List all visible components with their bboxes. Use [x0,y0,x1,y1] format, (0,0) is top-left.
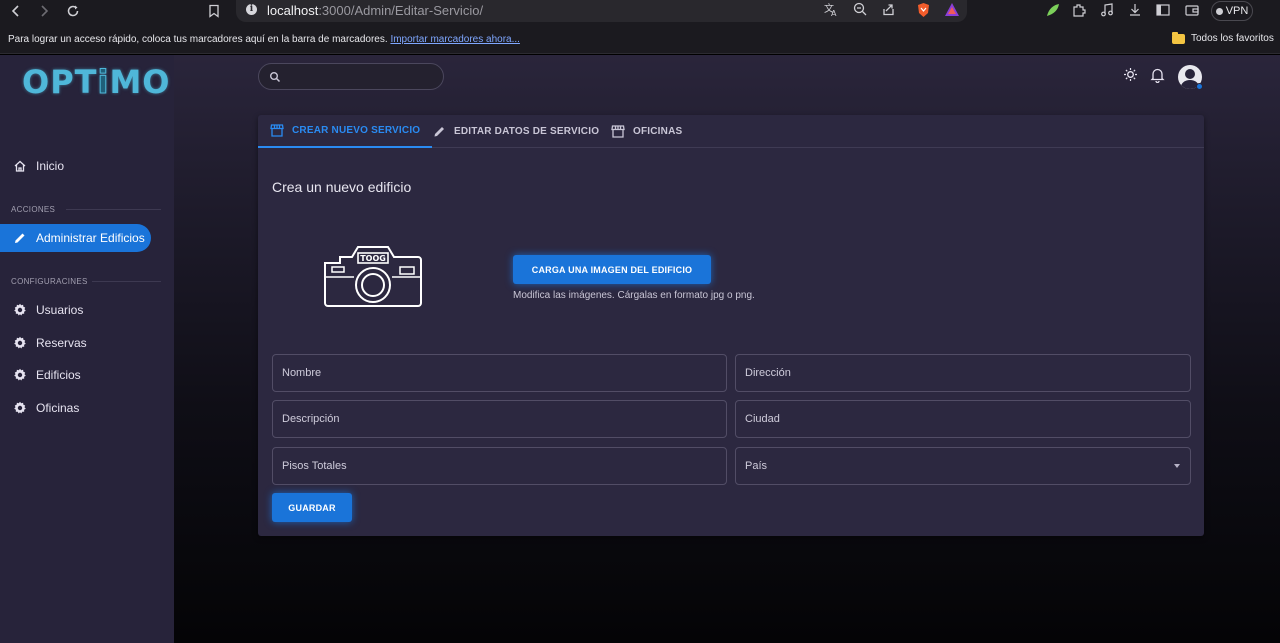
favorites-label: Todos los favoritos [1191,33,1274,44]
search-input[interactable] [287,68,437,86]
sidebar-item-label: Reservas [36,336,87,350]
forward-icon[interactable] [38,0,50,22]
site-info-icon[interactable]: i [246,4,257,15]
ciudad-field[interactable] [735,400,1191,438]
bookmark-icon[interactable] [208,0,220,22]
sidebar-toggle-icon[interactable] [1155,2,1171,21]
extension-leaf-icon[interactable] [1045,2,1061,21]
rewards-icon[interactable] [944,2,960,20]
svg-text:A: A [831,9,837,17]
sidebar-item-oficinas[interactable]: Oficinas [0,394,79,422]
sidebar-item-label: Edificios [36,368,81,382]
ciudad-input[interactable] [736,401,1190,437]
wallet-icon[interactable] [1184,2,1200,21]
reload-icon[interactable] [66,0,80,22]
nombre-field[interactable] [272,354,727,392]
section-divider [92,281,161,282]
theme-toggle-icon[interactable] [1123,67,1138,87]
gear-icon [12,335,28,351]
logo[interactable]: OPTiMO [22,63,171,102]
sidebar-item-label: Inicio [36,159,65,173]
gear-icon [12,302,28,318]
brave-shield-icon[interactable] [916,2,931,21]
main-card: CREAR NUEVO SERVICIO EDITAR DATOS DE SER… [258,115,1204,536]
sidebar-item-usuarios[interactable]: Usuarios [0,296,83,324]
pais-select-label: País [745,460,768,472]
bell-icon[interactable] [1150,67,1165,88]
tab-crear-nuevo-servicio[interactable]: CREAR NUEVO SERVICIO [258,115,433,148]
vpn-button[interactable]: VPN [1211,1,1253,21]
translate-icon[interactable]: 文A [824,2,839,20]
tab-label: CREAR NUEVO SERVICIO [292,125,421,136]
direccion-field[interactable] [735,354,1191,392]
address-bar[interactable]: i localhost:3000/Admin/Editar-Servicio/ … [236,0,967,22]
back-icon[interactable] [10,0,22,22]
section-acciones: ACCIONES [11,205,56,214]
app-root: OPTiMO Inicio ACCIONES Administrar Edifi… [0,55,1280,643]
save-button[interactable]: GUARDAR [272,493,352,522]
sidebar: OPTiMO Inicio ACCIONES Administrar Edifi… [0,55,174,643]
tab-label: EDITAR DATOS DE SERVICIO [454,126,600,137]
sidebar-item-edificios[interactable]: Edificios [0,361,81,389]
sidebar-item-reservas[interactable]: Reservas [0,329,87,357]
folder-icon [1172,31,1185,44]
url-text[interactable]: localhost:3000/Admin/Editar-Servicio/ [267,3,483,18]
descripcion-input[interactable] [273,401,726,437]
pencil-icon [12,230,28,246]
all-favorites-folder[interactable]: Todos los favoritos [1172,31,1274,44]
online-status-dot [1196,83,1203,90]
storefront-icon [270,124,284,137]
extensions-icon[interactable] [1071,2,1087,21]
sidebar-item-label: Usuarios [36,303,84,317]
gear-icon [12,367,28,383]
gear-icon [12,400,28,416]
home-icon [12,158,28,174]
upload-hint: Modifica las imágenes. Cárgalas en forma… [513,290,755,301]
bookmarks-bar: Para lograr un acceso rápido, coloca tus… [0,24,1280,54]
music-icon[interactable] [1099,2,1115,21]
sidebar-item-label: Oficinas [36,401,80,415]
bookmarks-message-text: Para lograr un acceso rápido, coloca tus… [8,34,388,45]
browser-toolbar: i localhost:3000/Admin/Editar-Servicio/ … [0,0,1280,24]
descripcion-field[interactable] [272,400,727,438]
tab-editar-datos-de-servicio[interactable]: EDITAR DATOS DE SERVICIO [433,115,599,148]
pais-select[interactable]: País [735,447,1191,485]
camera-label: TOOG [360,254,386,263]
tab-oficinas[interactable]: OFICINAS [611,115,682,148]
upload-image-button[interactable]: CARGA UNA IMAGEN DEL EDIFICIO [513,255,711,284]
sidebar-item-label: Administrar Edificios [36,231,145,245]
sidebar-item-administrar-edificios[interactable]: Administrar Edificios [0,224,151,252]
form-title: Crea un nuevo edificio [272,179,412,195]
nombre-input[interactable] [273,355,726,391]
search-box[interactable] [258,63,444,90]
storefront-icon [611,125,625,138]
bookmarks-message: Para lograr un acceso rápido, coloca tus… [8,34,520,45]
download-icon[interactable] [1127,2,1143,21]
direccion-input[interactable] [736,355,1190,391]
pisos-totales-field[interactable] [272,447,727,485]
zoom-out-icon[interactable] [853,2,868,20]
pencil-icon [433,125,446,138]
import-bookmarks-link[interactable]: Importar marcadores ahora... [390,34,520,45]
sidebar-item-inicio[interactable]: Inicio [0,152,64,180]
vpn-label: VPN [1225,5,1249,17]
section-configuraciones: CONFIGURACINES [11,277,88,286]
chevron-down-icon [1174,464,1180,468]
tab-label: OFICINAS [633,126,683,137]
vpn-status-icon [1215,7,1223,15]
avatar-head [1185,69,1195,79]
tab-bar: CREAR NUEVO SERVICIO EDITAR DATOS DE SER… [258,115,1204,148]
pisos-totales-input[interactable] [273,448,726,484]
section-divider [66,209,161,210]
search-icon [269,70,281,88]
camera-icon: TOOG [322,243,424,314]
share-icon[interactable] [881,2,896,20]
